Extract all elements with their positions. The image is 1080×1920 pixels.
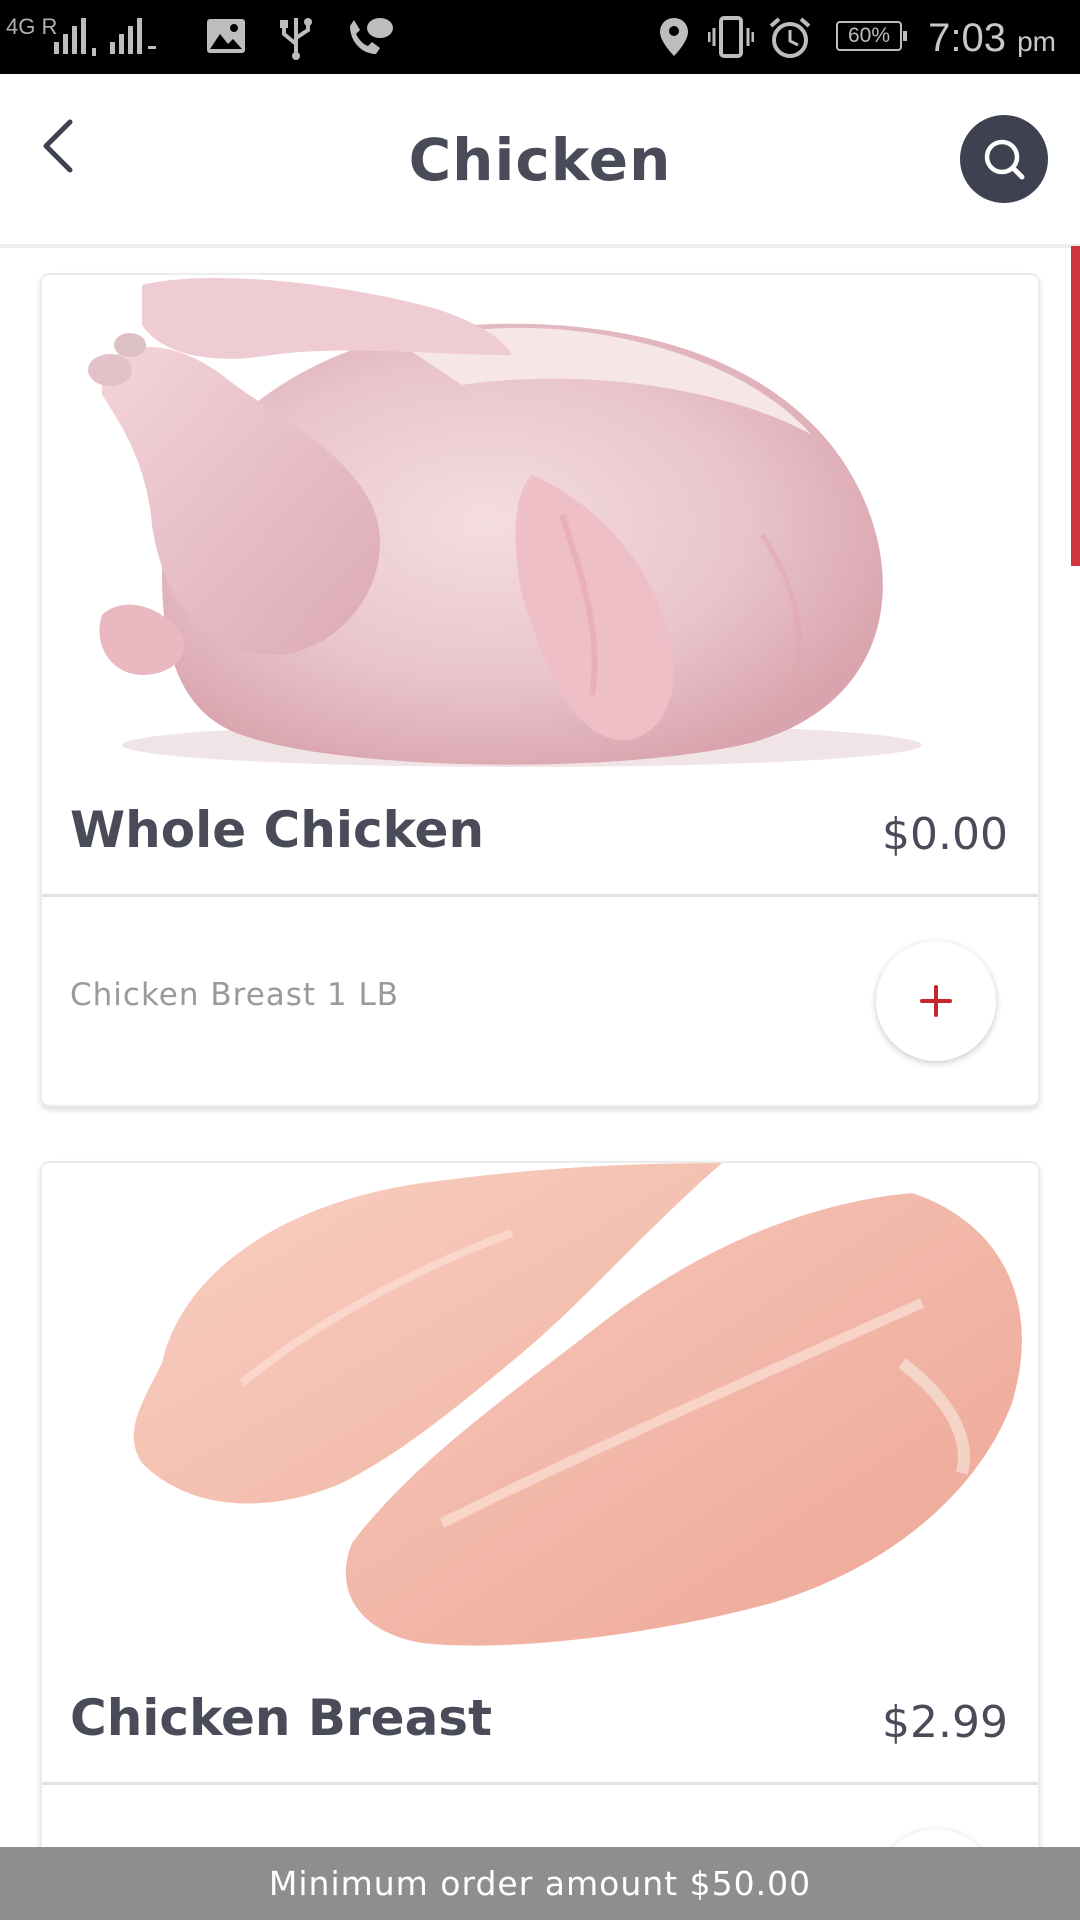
product-card-whole-chicken[interactable]: Whole Chicken $0.00 Chicken Breast 1 LB [40, 273, 1040, 1107]
location-icon [658, 16, 690, 62]
alarm-icon [768, 16, 812, 64]
search-icon [984, 139, 1025, 180]
network-type-label: 4G R [6, 14, 58, 39]
product-image-whole-chicken [42, 275, 1038, 775]
card-divider [42, 1782, 1038, 1785]
clock-time: 7:03 pm [928, 16, 1056, 64]
product-name: Chicken Breast [70, 1689, 492, 1747]
add-to-cart-button[interactable] [876, 941, 996, 1061]
time-ampm: pm [1017, 26, 1056, 57]
status-bar: 4G R 60% 7:03 pm [0, 0, 1080, 74]
usb-icon [276, 14, 316, 64]
gallery-icon [206, 18, 246, 58]
product-price: $2.99 [882, 1697, 1008, 1748]
minimum-order-bar: Minimum order amount $50.00 [0, 1847, 1080, 1920]
time-value: 7:03 [928, 16, 1006, 60]
call-icon [344, 16, 394, 62]
vibrate-icon [707, 14, 755, 64]
app-header: Chicken [0, 74, 1080, 248]
plus-icon [920, 985, 952, 1017]
card-divider [42, 894, 1038, 897]
product-price: $0.00 [882, 809, 1008, 860]
product-description: Chicken Breast 1 LB [70, 977, 400, 1013]
scrollbar[interactable] [1071, 246, 1080, 566]
signal-icon [52, 18, 172, 62]
product-image-chicken-breast [42, 1163, 1038, 1663]
page-title: Chicken [408, 126, 672, 194]
product-name: Whole Chicken [70, 801, 485, 859]
search-button[interactable] [960, 115, 1048, 203]
product-card-chicken-breast[interactable]: Chicken Breast $2.99 [40, 1161, 1040, 1901]
battery-icon: 60% [836, 21, 907, 51]
